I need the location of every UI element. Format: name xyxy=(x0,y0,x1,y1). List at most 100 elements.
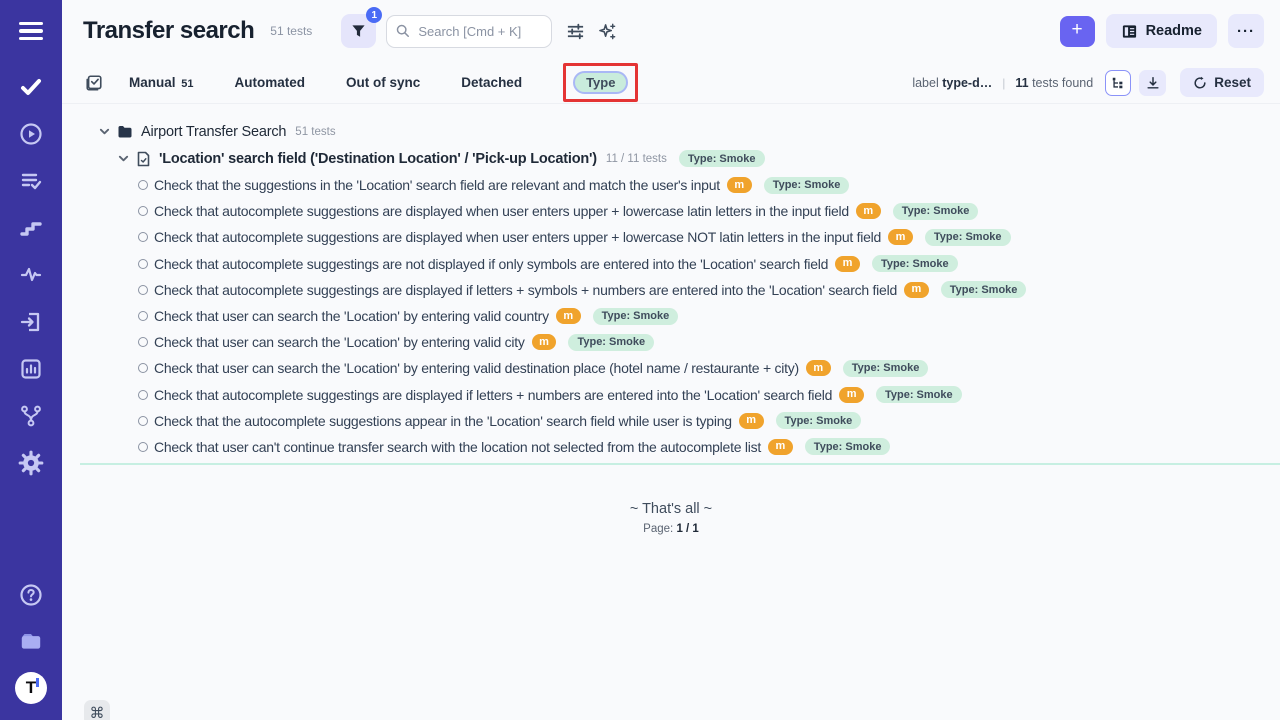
test-row[interactable]: Check that the autocomplete suggestions … xyxy=(80,408,1280,434)
folder-row[interactable]: Airport Transfer Search 51 tests xyxy=(80,118,1280,145)
test-title[interactable]: Check that autocomplete suggestions are … xyxy=(154,203,849,219)
test-title[interactable]: Check that the suggestions in the 'Locat… xyxy=(154,177,720,193)
type-smoke-badge: Type: Smoke xyxy=(776,412,862,429)
manual-badge: m xyxy=(532,334,557,350)
folder-name[interactable]: Airport Transfer Search xyxy=(141,124,286,140)
manual-badge: m xyxy=(839,387,864,403)
help-question-icon[interactable] xyxy=(16,580,46,610)
test-row[interactable]: Check that user can search the 'Location… xyxy=(80,329,1280,355)
test-status-circle-icon xyxy=(138,311,148,321)
tests-found-suffix: tests found xyxy=(1032,76,1093,90)
suite-row[interactable]: 'Location' search field ('Destination Lo… xyxy=(80,145,1280,172)
test-plans-icon[interactable] xyxy=(16,166,46,196)
list-footer: ~ That's all ~ Page: 1 / 1 xyxy=(62,501,1280,535)
menu-icon[interactable] xyxy=(14,14,48,48)
test-status-circle-icon xyxy=(138,363,148,373)
test-row[interactable]: Check that autocomplete suggestings are … xyxy=(80,251,1280,277)
requirements-signin-icon[interactable] xyxy=(16,307,46,337)
test-title[interactable]: Check that user can search the 'Location… xyxy=(154,360,799,376)
documents-folder-icon[interactable] xyxy=(16,626,46,656)
type-smoke-badge: Type: Smoke xyxy=(764,177,850,194)
sidebar: T xyxy=(0,0,62,720)
search-icon xyxy=(396,24,410,38)
test-title[interactable]: Check that user can search the 'Location… xyxy=(154,334,525,350)
tests-check-icon[interactable] xyxy=(16,72,46,102)
integrations-fork-icon[interactable] xyxy=(16,401,46,431)
type-filter-chip[interactable]: Type xyxy=(573,71,628,94)
test-title[interactable]: Check that autocomplete suggestings are … xyxy=(154,387,832,403)
manual-badge: m xyxy=(727,177,752,193)
brand-logo-accent xyxy=(36,678,39,687)
type-smoke-badge: Type: Smoke xyxy=(876,386,962,403)
tab-manual-count: 51 xyxy=(181,78,193,90)
type-smoke-badge: Type: Smoke xyxy=(805,438,891,455)
tab-automated[interactable]: Automated xyxy=(235,75,306,90)
filter-label-value: type-d… xyxy=(942,76,992,90)
page-header: Transfer search 51 tests 1 + xyxy=(62,0,1280,62)
test-row[interactable]: Check that autocomplete suggestings are … xyxy=(80,277,1280,303)
tab-detached[interactable]: Detached xyxy=(461,75,522,90)
sparkles-icon xyxy=(598,22,617,41)
defects-pulse-icon[interactable] xyxy=(16,260,46,290)
test-title[interactable]: Check that autocomplete suggestions are … xyxy=(154,229,881,245)
refresh-icon xyxy=(1193,76,1207,90)
chevron-down-icon[interactable] xyxy=(118,153,129,164)
test-row[interactable]: Check that autocomplete suggestions are … xyxy=(80,198,1280,224)
annotation-box: Type xyxy=(563,63,638,102)
add-button[interactable]: + xyxy=(1060,16,1095,47)
keyboard-shortcut-button[interactable]: ⌘ xyxy=(84,700,110,720)
reports-chart-icon[interactable] xyxy=(16,354,46,384)
test-row[interactable]: Check that the suggestions in the 'Locat… xyxy=(80,172,1280,198)
funnel-icon xyxy=(351,24,366,39)
play-run-icon[interactable] xyxy=(16,119,46,149)
page-value: 1 / 1 xyxy=(676,523,698,535)
readme-label: Readme xyxy=(1146,23,1202,39)
ai-assist-button[interactable] xyxy=(594,18,620,44)
header-actions: + Readme ··· xyxy=(1060,14,1264,48)
page-label: Page: xyxy=(643,523,673,535)
test-title[interactable]: Check that autocomplete suggestings are … xyxy=(154,256,828,272)
type-smoke-badge: Type: Smoke xyxy=(925,229,1011,246)
main-content: Transfer search 51 tests 1 + xyxy=(62,0,1280,720)
test-row[interactable]: Check that autocomplete suggestings are … xyxy=(80,382,1280,408)
settings-gear-icon[interactable] xyxy=(16,448,46,478)
select-all-icon[interactable] xyxy=(85,74,103,92)
search-input[interactable] xyxy=(386,15,552,48)
more-options-button[interactable]: ··· xyxy=(1228,14,1264,48)
manual-badge: m xyxy=(835,256,860,272)
test-title[interactable]: Check that autocomplete suggestings are … xyxy=(154,282,897,298)
milestones-steps-icon[interactable] xyxy=(16,213,46,243)
test-status-circle-icon xyxy=(138,285,148,295)
suite-name[interactable]: 'Location' search field ('Destination Lo… xyxy=(159,151,597,167)
sliders-icon xyxy=(566,22,585,41)
test-title[interactable]: Check that the autocomplete suggestions … xyxy=(154,413,732,429)
test-status-circle-icon xyxy=(138,442,148,452)
brand-logo-letter: T xyxy=(26,678,36,698)
download-button[interactable] xyxy=(1139,70,1166,96)
type-smoke-badge: Type: Smoke xyxy=(872,255,958,272)
filter-label-prefix: label xyxy=(912,76,938,90)
download-icon xyxy=(1146,76,1160,90)
test-row[interactable]: Check that user can't continue transfer … xyxy=(80,434,1280,460)
test-title[interactable]: Check that user can't continue transfer … xyxy=(154,439,761,455)
tree-view-icon xyxy=(1111,76,1125,90)
test-tree: Airport Transfer Search 51 tests 'Locati… xyxy=(80,118,1280,465)
brand-logo[interactable]: T xyxy=(15,672,47,704)
display-settings-button[interactable] xyxy=(562,18,588,44)
test-title[interactable]: Check that user can search the 'Location… xyxy=(154,308,549,324)
tab-manual[interactable]: Manual 51 xyxy=(129,75,194,90)
filter-button[interactable]: 1 xyxy=(341,14,376,48)
test-row[interactable]: Check that autocomplete suggestions are … xyxy=(80,224,1280,250)
readme-button[interactable]: Readme xyxy=(1106,14,1217,48)
reset-button[interactable]: Reset xyxy=(1180,68,1264,97)
test-row[interactable]: Check that user can search the 'Location… xyxy=(80,303,1280,329)
test-status-circle-icon xyxy=(138,232,148,242)
tab-out-of-sync[interactable]: Out of sync xyxy=(346,75,420,90)
type-smoke-badge: Type: Smoke xyxy=(843,360,929,377)
tree-view-button[interactable] xyxy=(1105,70,1131,96)
chevron-down-icon[interactable] xyxy=(99,126,110,137)
type-smoke-badge: Type: Smoke xyxy=(893,203,979,220)
manual-badge: m xyxy=(806,360,831,376)
result-bar: label type-d… | 11 tests found xyxy=(912,68,1264,97)
test-row[interactable]: Check that user can search the 'Location… xyxy=(80,355,1280,381)
